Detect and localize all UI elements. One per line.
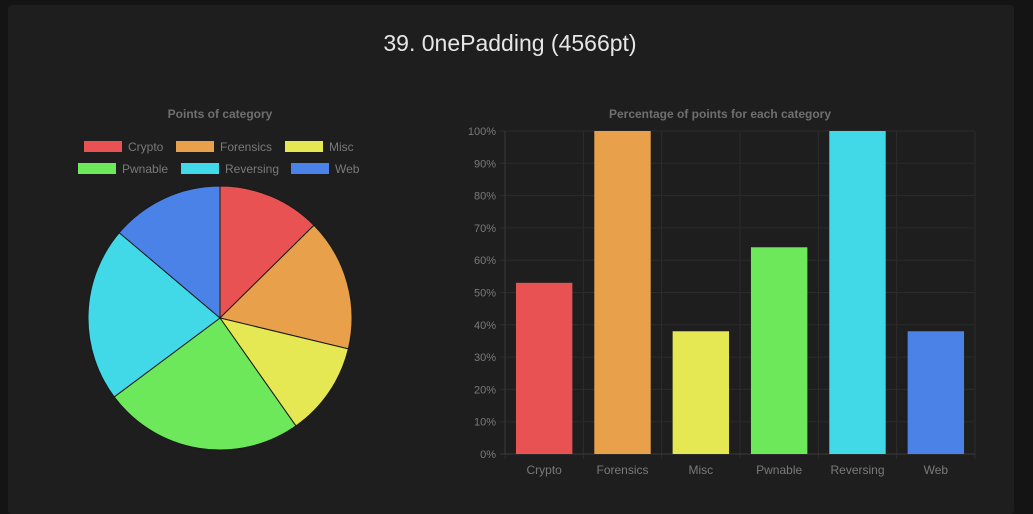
y-tick-label: 0% — [480, 449, 496, 461]
bar-chart: 0% 10% 20% 30% 40% 50% 60% 70% 80% 90% 100% Crypto F… — [468, 126, 976, 477]
y-tick-label: 20% — [474, 384, 496, 396]
legend-label-reversing: Reversing — [225, 162, 280, 176]
x-tick-label-pwnable: Pwnable — [756, 463, 802, 477]
team-title: 39. 0nePadding (4566pt) — [383, 30, 637, 56]
pie-chart — [87, 185, 353, 451]
legend-label-pwnable: Pwnable — [122, 162, 169, 176]
y-tick-label: 80% — [474, 191, 496, 203]
bar-crypto[interactable] — [515, 282, 573, 454]
legend-label-web: Web — [335, 162, 360, 176]
legend-swatch-crypto — [84, 141, 122, 152]
legend-swatch-reversing — [181, 163, 219, 174]
y-tick-label: 10% — [474, 417, 496, 429]
bar-misc[interactable] — [672, 331, 730, 454]
y-tick-label: 90% — [474, 158, 496, 170]
y-tick-label: 40% — [474, 320, 496, 332]
x-tick-label-forensics: Forensics — [596, 463, 648, 477]
legend-label-crypto: Crypto — [128, 140, 164, 154]
x-tick-label-crypto: Crypto — [526, 463, 562, 477]
x-tick-label-reversing: Reversing — [830, 463, 884, 477]
legend-label-misc: Misc — [329, 140, 354, 154]
y-tick-label: 100% — [468, 126, 496, 138]
pie-chart-title: Points of category — [167, 107, 273, 121]
bar-web[interactable] — [907, 331, 965, 454]
bar-chart-title: Percentage of points for each category — [608, 107, 832, 121]
legend-swatch-misc — [285, 141, 323, 152]
y-tick-label: 60% — [474, 255, 496, 267]
x-tick-label-web: Web — [924, 463, 949, 477]
legend-swatch-pwnable — [78, 163, 116, 174]
bar-reversing[interactable] — [829, 131, 886, 454]
bar-pwnable[interactable] — [750, 247, 808, 454]
y-tick-label: 30% — [474, 352, 496, 364]
bar-forensics[interactable] — [594, 131, 651, 454]
x-tick-label-misc: Misc — [688, 463, 713, 477]
y-tick-label: 50% — [474, 288, 496, 300]
legend-swatch-forensics — [176, 141, 214, 152]
legend-label-forensics: Forensics — [220, 140, 273, 154]
y-tick-label: 70% — [474, 223, 496, 235]
legend-swatch-web — [291, 163, 329, 174]
